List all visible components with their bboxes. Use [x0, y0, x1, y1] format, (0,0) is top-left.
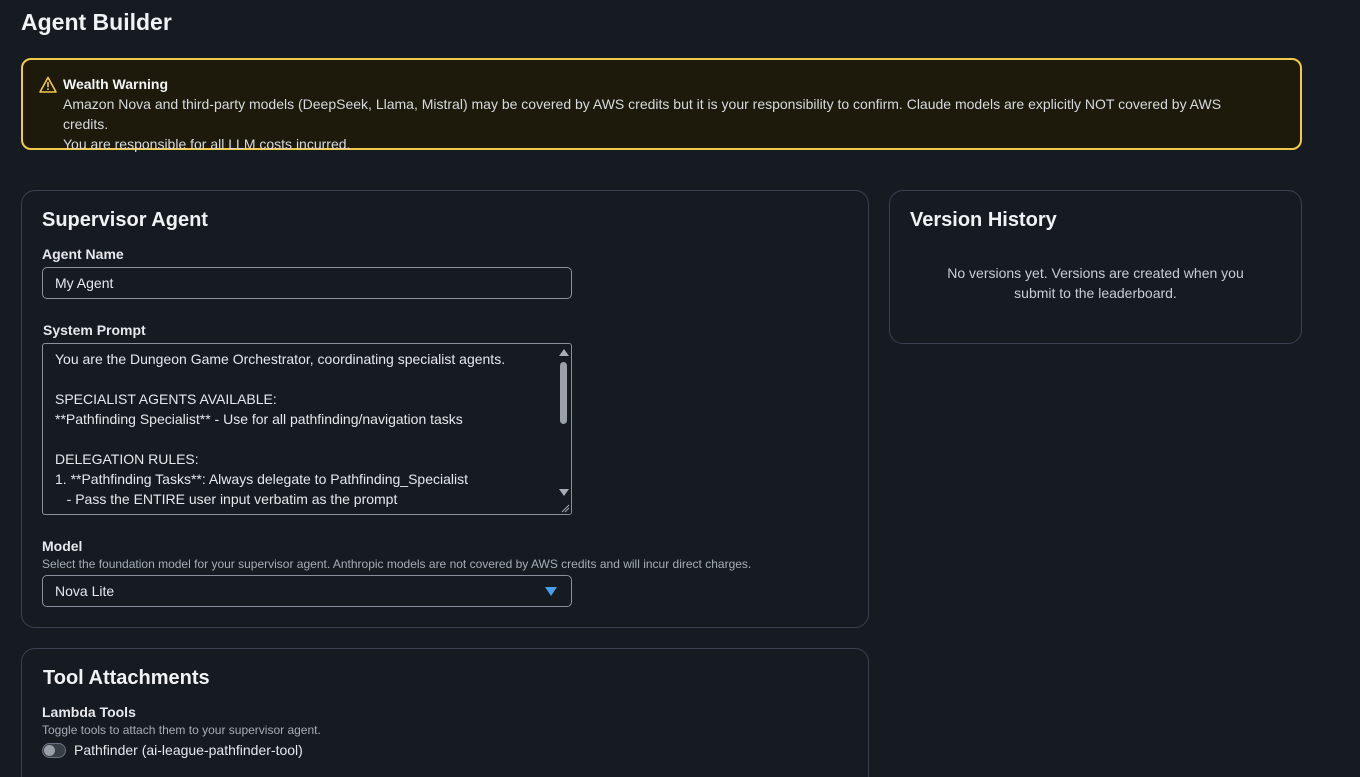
resize-grip-icon[interactable] — [560, 503, 570, 513]
pathfinder-toggle[interactable] — [42, 743, 66, 758]
model-hint: Select the foundation model for your sup… — [42, 557, 752, 571]
warning-title: Wealth Warning — [63, 76, 168, 92]
pathfinder-toggle-label: Pathfinder (ai-league-pathfinder-tool) — [74, 742, 303, 758]
scroll-down-arrow-icon[interactable] — [559, 489, 569, 496]
lambda-tools-label: Lambda Tools — [42, 704, 136, 720]
version-history-card: Version History No versions yet. Version… — [889, 190, 1302, 344]
dropdown-arrow-icon — [545, 587, 557, 596]
supervisor-agent-title: Supervisor Agent — [42, 209, 208, 231]
model-label: Model — [42, 538, 83, 554]
warning-triangle-icon — [39, 76, 57, 93]
system-prompt-text: You are the Dungeon Game Orchestrator, c… — [55, 351, 506, 507]
model-select-value: Nova Lite — [55, 583, 115, 599]
version-history-empty-message: No versions yet. Versions are created wh… — [890, 263, 1301, 303]
agent-name-label: Agent Name — [42, 246, 124, 262]
version-history-title: Version History — [910, 209, 1057, 231]
scroll-up-arrow-icon[interactable] — [559, 349, 569, 356]
system-prompt-textarea[interactable]: You are the Dungeon Game Orchestrator, c… — [42, 343, 572, 515]
scroll-thumb[interactable] — [560, 362, 567, 424]
system-prompt-scrollbar[interactable] — [556, 344, 571, 514]
empty-message-line-2: submit to the leaderboard. — [1014, 285, 1177, 301]
system-prompt-label: System Prompt — [43, 322, 146, 338]
agent-name-value: My Agent — [55, 275, 114, 291]
warning-body-line-2: You are responsible for all LLM costs in… — [63, 136, 351, 152]
lambda-tools-hint: Toggle tools to attach them to your supe… — [42, 723, 321, 737]
empty-message-line-1: No versions yet. Versions are created wh… — [947, 265, 1244, 281]
wealth-warning-banner: Wealth Warning Amazon Nova and third-par… — [21, 58, 1302, 152]
tool-attachments-title: Tool Attachments — [43, 667, 210, 689]
supervisor-agent-card: Supervisor Agent Agent Name My Agent Sys… — [21, 190, 869, 628]
warning-body-line-1: Amazon Nova and third-party models (Deep… — [63, 96, 1222, 132]
toggle-knob — [44, 745, 55, 756]
model-select[interactable]: Nova Lite — [42, 575, 572, 607]
page-title: Agent Builder — [21, 9, 172, 35]
agent-name-input[interactable]: My Agent — [42, 267, 572, 299]
